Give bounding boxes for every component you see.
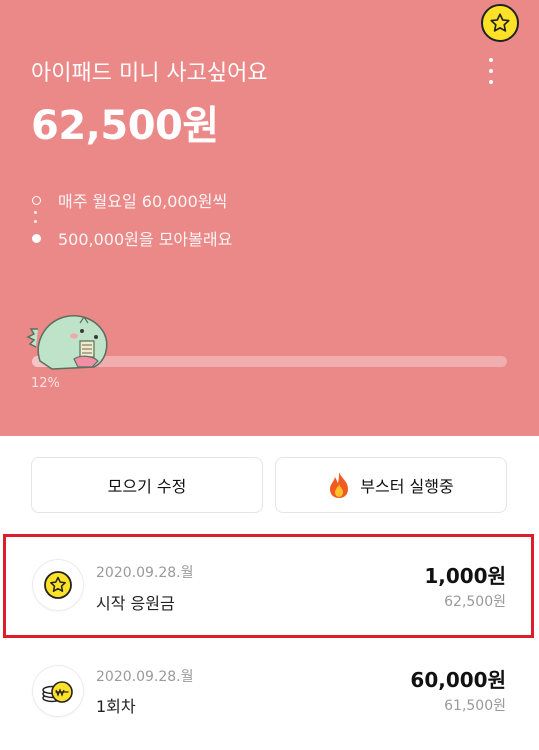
transaction-amount: 1,000원 [424, 564, 506, 588]
edit-saving-label: 모으기 수정 [107, 477, 187, 496]
circle-outline-icon [32, 195, 41, 205]
transaction-label: 시작 응원금 [96, 594, 175, 613]
star-badge-icon[interactable] [481, 4, 519, 42]
flame-icon [330, 472, 349, 498]
transaction-balance: 61,500원 [444, 698, 506, 714]
progress-percent: 12% [31, 376, 60, 391]
transaction-balance: 62,500원 [444, 594, 506, 610]
plan-schedule-text: 매주 월요일 60,000원씩 [58, 192, 228, 211]
circle-filled-icon [32, 233, 41, 243]
plan-target-text: 500,000원을 모아볼래요 [58, 230, 233, 249]
edit-saving-button[interactable]: 모으기 수정 [31, 457, 263, 513]
dotted-connector [34, 211, 37, 223]
star-coin-icon [33, 560, 83, 610]
booster-button[interactable]: 부스터 실행중 [275, 457, 507, 513]
transaction-label: 1회차 [96, 697, 136, 716]
plan-schedule-row: 매주 월요일 60,000원씩 [31, 188, 227, 212]
transaction-row[interactable]: 2020.09.28.월 시작 응원금 1,000원 62,500원 [0, 534, 539, 628]
coin-stack-icon [33, 666, 83, 716]
plan-target-row: 500,000원을 모아볼래요 [31, 226, 232, 250]
transaction-date: 2020.09.28.월 [96, 669, 194, 685]
goal-title: 아이패드 미니 사고싶어요 [31, 61, 268, 86]
transaction-row[interactable]: 2020.09.28.월 1회차 60,000원 61,500원 [0, 656, 539, 750]
goal-current-amount: 62,500원 [31, 103, 219, 149]
transaction-amount: 60,000원 [410, 668, 506, 692]
dino-mascot-icon [26, 315, 108, 370]
transaction-date: 2020.09.28.월 [96, 565, 194, 581]
more-vertical-icon[interactable] [484, 58, 498, 84]
booster-label: 부스터 실행중 [360, 477, 454, 496]
